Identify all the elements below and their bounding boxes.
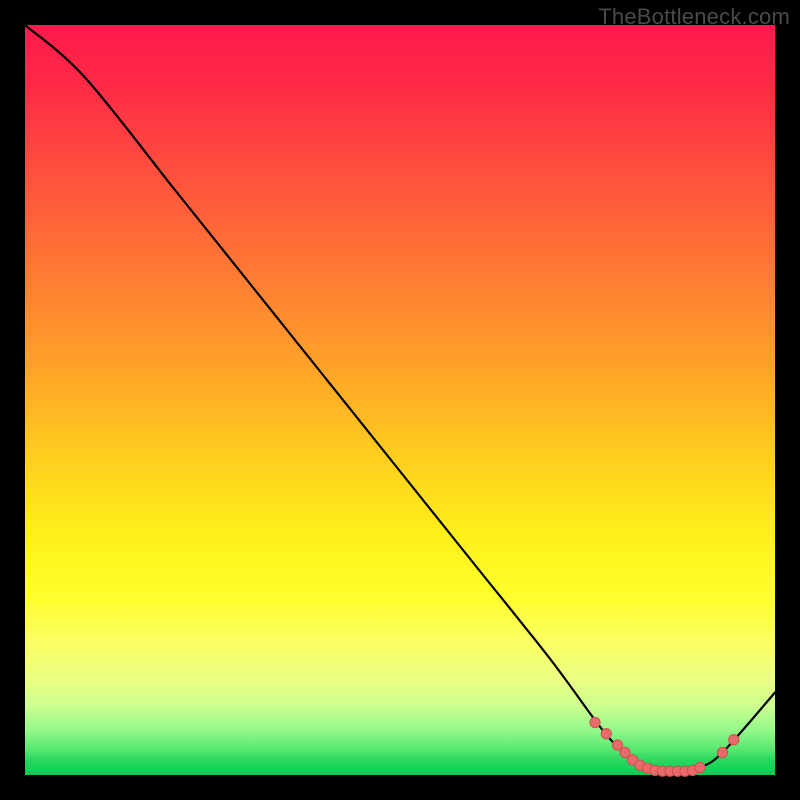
bottleneck-curve <box>25 25 775 772</box>
marker-dot <box>601 729 611 739</box>
curve-layer <box>25 25 775 775</box>
marker-dot <box>590 717 600 727</box>
curve-markers <box>590 717 739 776</box>
chart-frame: TheBottleneck.com <box>0 0 800 800</box>
marker-dot <box>729 735 739 745</box>
watermark-text: TheBottleneck.com <box>598 4 790 30</box>
marker-dot <box>717 747 727 757</box>
marker-dot <box>695 762 705 772</box>
